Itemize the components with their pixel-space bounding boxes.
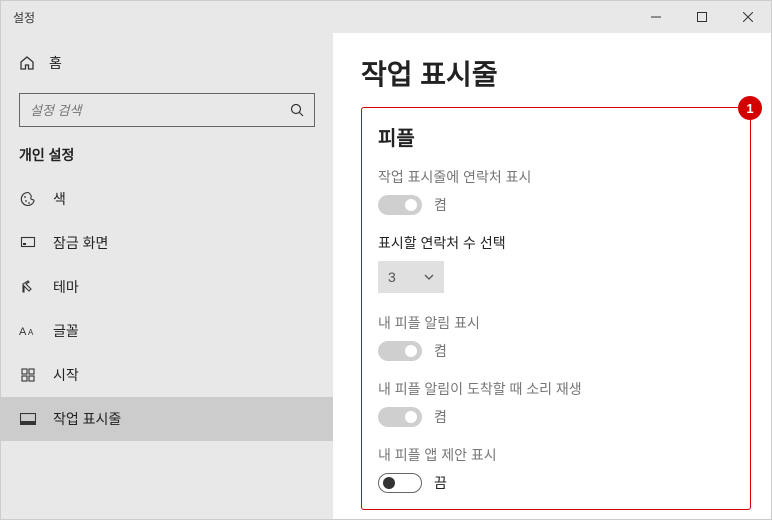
suggest-toggle[interactable] — [378, 473, 422, 493]
notif-state: 켬 — [434, 341, 447, 361]
sound-toggle[interactable] — [378, 407, 422, 427]
sidebar-item-colors[interactable]: 색 — [1, 177, 333, 221]
sound-label: 내 피플 알림이 도착할 때 소리 재생 — [378, 379, 734, 399]
maximize-button[interactable] — [679, 1, 725, 33]
sidebar-item-fonts[interactable]: AA 글꼴 — [1, 309, 333, 353]
font-icon: AA — [19, 322, 37, 340]
sidebar-item-label: 테마 — [53, 277, 79, 297]
svg-text:A: A — [19, 326, 27, 338]
people-section-highlight: 1 피플 작업 표시줄에 연락처 표시 켬 표시할 연락처 수 선택 3 내 피… — [361, 107, 751, 510]
contact-count-label: 표시할 연락처 수 선택 — [378, 233, 734, 253]
sidebar-home-label: 홈 — [49, 53, 62, 73]
sidebar-item-themes[interactable]: 테마 — [1, 265, 333, 309]
sidebar-item-label: 시작 — [53, 365, 79, 385]
window-title: 설정 — [1, 9, 35, 26]
annotation-badge: 1 — [738, 96, 762, 120]
show-contacts-label: 작업 표시줄에 연락처 표시 — [378, 167, 734, 187]
contact-count-dropdown[interactable]: 3 — [378, 261, 444, 293]
show-contacts-toggle[interactable] — [378, 195, 422, 215]
theme-icon — [19, 278, 37, 296]
sidebar-home[interactable]: 홈 — [19, 43, 315, 83]
sidebar-item-taskbar[interactable]: 작업 표시줄 — [1, 397, 333, 441]
minimize-button[interactable] — [633, 1, 679, 33]
svg-text:A: A — [28, 328, 34, 337]
start-icon — [19, 366, 37, 384]
chevron-down-icon — [424, 274, 434, 280]
lockscreen-icon — [19, 234, 37, 252]
people-heading: 피플 — [378, 122, 734, 151]
sidebar-item-label: 색 — [53, 189, 66, 209]
sidebar-item-label: 작업 표시줄 — [53, 409, 121, 429]
notif-toggle[interactable] — [378, 341, 422, 361]
page-title: 작업 표시줄 — [361, 53, 743, 93]
close-button[interactable] — [725, 1, 771, 33]
palette-icon — [19, 190, 37, 208]
sidebar-item-label: 글꼴 — [53, 321, 79, 341]
home-icon — [19, 55, 35, 71]
suggest-state: 끔 — [434, 473, 447, 493]
search-icon — [290, 103, 304, 117]
suggest-label: 내 피플 앱 제안 표시 — [378, 445, 734, 465]
search-input[interactable] — [19, 93, 315, 127]
sidebar-item-start[interactable]: 시작 — [1, 353, 333, 397]
sound-state: 켬 — [434, 407, 447, 427]
search-field[interactable] — [30, 103, 290, 118]
contact-count-value: 3 — [388, 269, 396, 285]
sidebar-section-title: 개인 설정 — [19, 145, 315, 165]
sidebar-item-lockscreen[interactable]: 잠금 화면 — [1, 221, 333, 265]
show-contacts-state: 켬 — [434, 195, 447, 215]
notif-label: 내 피플 알림 표시 — [378, 313, 734, 333]
taskbar-icon — [19, 410, 37, 428]
sidebar-item-label: 잠금 화면 — [53, 233, 108, 253]
